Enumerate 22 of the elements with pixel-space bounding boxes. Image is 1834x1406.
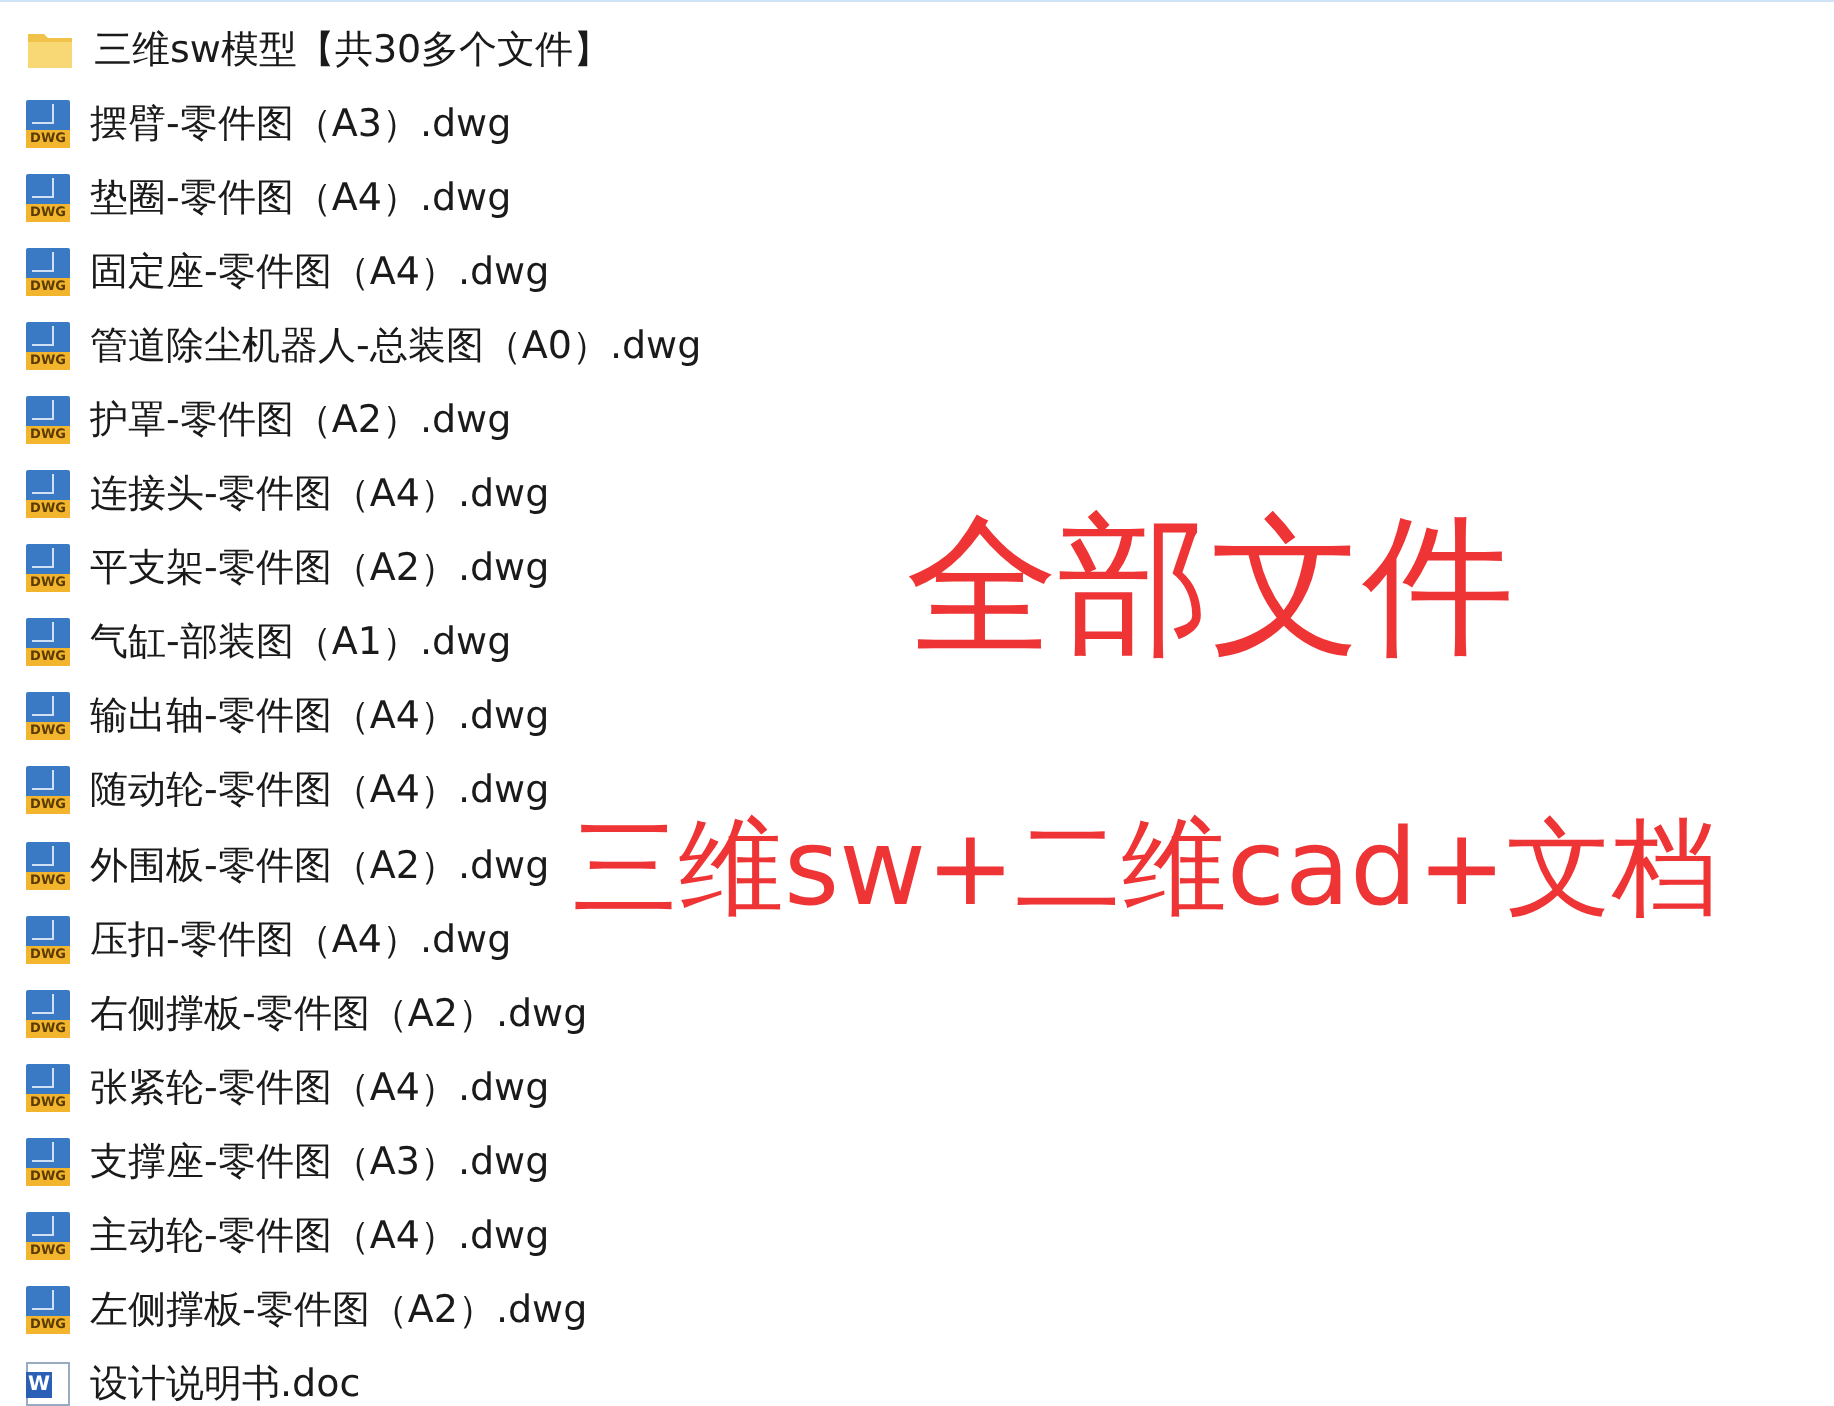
file-name[interactable]: 管道除尘机器人-总装图（A0）.dwg	[90, 319, 702, 372]
word-document-icon: W	[26, 1362, 70, 1406]
overlay-title: 全部文件	[906, 510, 1514, 662]
file-name[interactable]: 固定座-零件图（A4）.dwg	[90, 245, 550, 298]
file-name[interactable]: 输出轴-零件图（A4）.dwg	[90, 690, 550, 743]
file-name[interactable]: 外围板-零件图（A2）.dwg	[90, 839, 550, 892]
file-name[interactable]: 设计说明书.doc	[90, 1358, 361, 1406]
file-name[interactable]: 张紧轮-零件图（A4）.dwg	[90, 1061, 550, 1114]
file-name[interactable]: 主动轮-零件图（A4）.dwg	[90, 1210, 550, 1263]
file-name[interactable]: 支撑座-零件图（A3）.dwg	[90, 1135, 550, 1188]
file-name[interactable]: 摆臂-零件图（A3）.dwg	[90, 97, 512, 150]
file-name[interactable]: 护罩-零件图（A2）.dwg	[90, 394, 512, 447]
file-name[interactable]: 压扣-零件图（A4）.dwg	[90, 913, 512, 966]
file-name[interactable]: 垫圈-零件图（A4）.dwg	[90, 171, 512, 224]
file-name[interactable]: 三维sw模型【共30多个文件】	[94, 23, 612, 76]
file-name[interactable]: 右侧撑板-零件图（A2）.dwg	[90, 987, 588, 1040]
overlay-subtitle: 三维sw+二维cad+文档	[572, 816, 1719, 922]
file-name[interactable]: 平支架-零件图（A2）.dwg	[90, 542, 550, 595]
file-name[interactable]: 气缸-部装图（A1）.dwg	[90, 616, 512, 669]
file-name[interactable]: 连接头-零件图（A4）.dwg	[90, 468, 550, 521]
file-name[interactable]: 随动轮-零件图（A4）.dwg	[90, 764, 550, 817]
file-name[interactable]: 左侧撑板-零件图（A2）.dwg	[90, 1284, 588, 1337]
